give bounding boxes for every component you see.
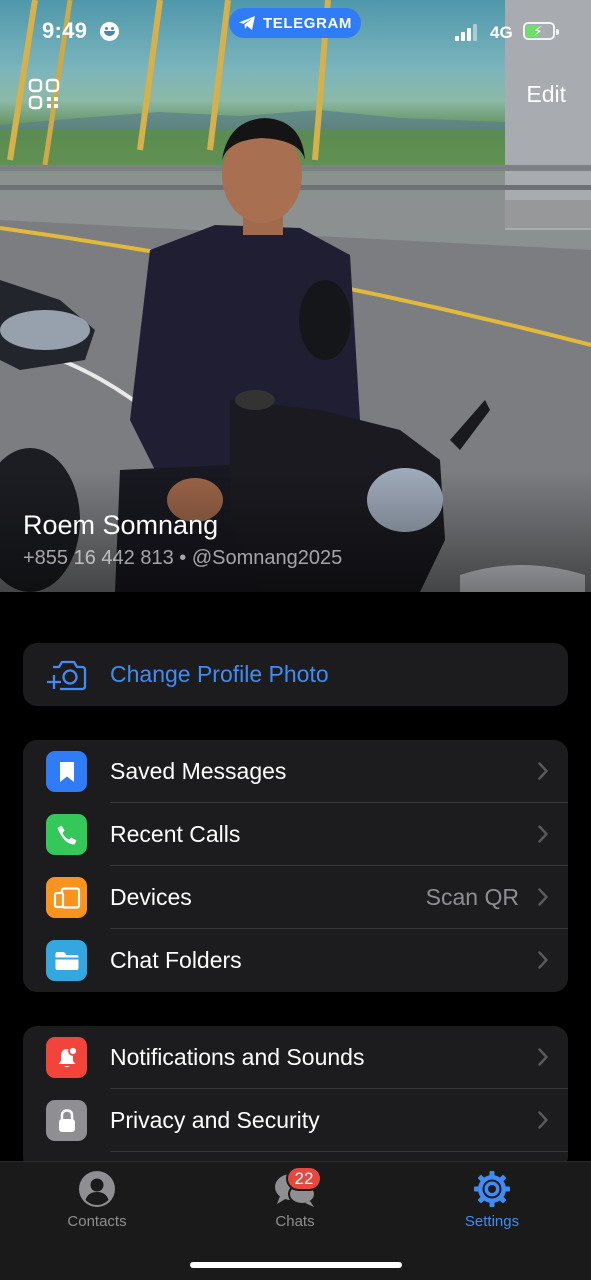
- scan-qr-value: Scan QR: [425, 884, 519, 910]
- profile-name: Roem Somnang: [23, 510, 219, 540]
- camera-add-icon: [47, 660, 87, 691]
- notifications-sounds-label: Notifications and Sounds: [110, 1044, 365, 1070]
- profile-photo-header[interactable]: 9:49 TELEGRAM 4G ⚡ Edit Roem Somnang +85…: [0, 0, 591, 592]
- chevron-right-icon: [538, 825, 548, 843]
- telegram-plane-icon: [239, 16, 256, 30]
- smiley-icon: [100, 22, 119, 41]
- bell-icon: [46, 1037, 87, 1078]
- saved-messages-label: Saved Messages: [110, 758, 287, 784]
- battery-icon: ⚡: [523, 22, 559, 40]
- status-time: 9:49: [42, 18, 88, 43]
- change-profile-photo-label: Change Profile Photo: [110, 661, 329, 687]
- tab-contacts[interactable]: Contacts: [32, 1162, 162, 1242]
- phone-icon: [46, 814, 87, 855]
- unread-badge: 22: [286, 1166, 322, 1191]
- chevron-right-icon: [538, 888, 548, 906]
- devices-item[interactable]: Devices Scan QR: [23, 866, 568, 929]
- chevron-right-icon: [538, 1048, 548, 1066]
- lock-icon: [46, 1100, 87, 1141]
- telegram-pill[interactable]: TELEGRAM: [229, 8, 361, 38]
- devices-label: Devices: [110, 884, 192, 910]
- chevron-right-icon: [538, 762, 548, 780]
- devices-icon: [46, 877, 87, 918]
- tab-settings[interactable]: Settings: [427, 1162, 557, 1242]
- profile-photo: [0, 0, 591, 592]
- tab-settings-label: Settings: [464, 1213, 520, 1230]
- charging-bolt-icon: ⚡: [533, 23, 543, 39]
- gear-icon: [474, 1171, 510, 1207]
- qr-code-icon[interactable]: [28, 78, 60, 110]
- change-profile-photo-button[interactable]: Change Profile Photo: [23, 643, 568, 706]
- edit-button[interactable]: Edit: [526, 81, 566, 108]
- tab-chats-label: Chats: [275, 1213, 315, 1230]
- person-circle-icon: [79, 1171, 115, 1207]
- settings-group-main: Saved Messages Recent Calls Devices Scan…: [23, 740, 568, 992]
- bookmark-icon: [46, 751, 87, 792]
- folder-icon: [46, 940, 87, 981]
- saved-messages-item[interactable]: Saved Messages: [23, 740, 568, 803]
- settings-group-secondary: Notifications and Sounds Privacy and Sec…: [23, 1026, 568, 1171]
- signal-icon: [455, 24, 481, 41]
- chevron-right-icon: [538, 1111, 548, 1129]
- privacy-security-item[interactable]: Privacy and Security: [23, 1089, 568, 1152]
- home-indicator: [190, 1262, 402, 1268]
- recent-calls-item[interactable]: Recent Calls: [23, 803, 568, 866]
- privacy-security-label: Privacy and Security: [110, 1107, 320, 1133]
- change-photo-group: Change Profile Photo: [23, 643, 568, 706]
- network-type: 4G: [490, 23, 513, 42]
- chevron-right-icon: [538, 951, 548, 969]
- chat-folders-item[interactable]: Chat Folders: [23, 929, 568, 992]
- recent-calls-label: Recent Calls: [110, 821, 241, 847]
- notifications-sounds-item[interactable]: Notifications and Sounds: [23, 1026, 568, 1089]
- profile-phone-username[interactable]: +855 16 442 813 • @Somnang2025: [23, 547, 342, 570]
- tab-contacts-label: Contacts: [67, 1213, 127, 1230]
- telegram-pill-label: TELEGRAM: [263, 14, 352, 32]
- chat-folders-label: Chat Folders: [110, 947, 242, 973]
